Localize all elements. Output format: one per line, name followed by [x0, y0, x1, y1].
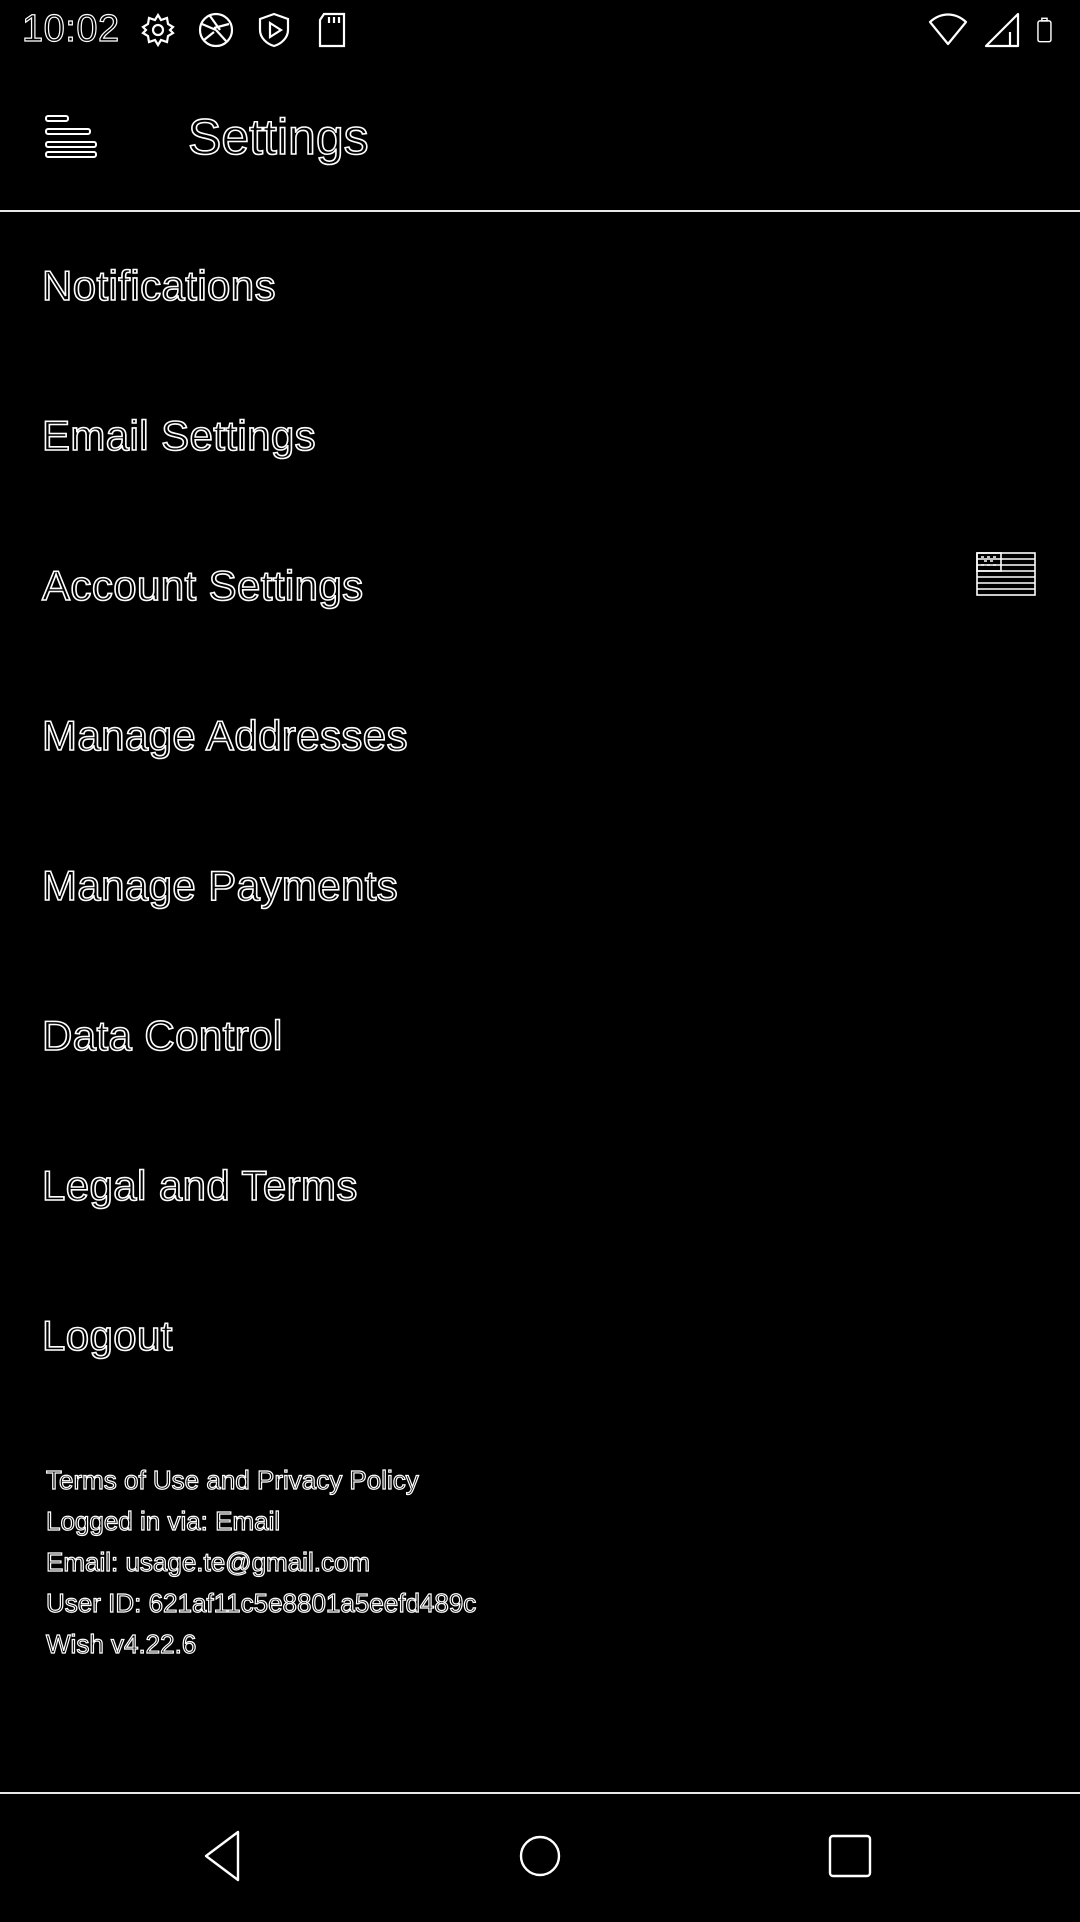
- menu-icon[interactable]: [44, 112, 100, 160]
- settings-gear-icon: [141, 12, 175, 48]
- status-bar: 10:02: [0, 0, 1080, 62]
- status-icons-left: [138, 10, 352, 50]
- settings-item-email-settings[interactable]: Email Settings: [0, 362, 1080, 512]
- settings-item-label: Account Settings: [41, 561, 364, 610]
- settings-list: Notifications Email Settings Account Set…: [0, 212, 1080, 1412]
- settings-item-manage-payments[interactable]: Manage Payments: [0, 812, 1080, 962]
- settings-item-label: Notifications: [41, 261, 276, 310]
- sd-card-icon: [318, 12, 346, 48]
- settings-item-account-settings[interactable]: Account Settings: [0, 512, 1080, 662]
- settings-item-label: Logout: [41, 1311, 173, 1360]
- us-flag-icon[interactable]: [976, 552, 1036, 596]
- settings-item-label: Manage Payments: [41, 861, 399, 910]
- settings-item-label: Email Settings: [41, 411, 317, 460]
- settings-item-data-control[interactable]: Data Control: [0, 962, 1080, 1112]
- user-email: Email: usage.te@gmail.com: [45, 1546, 371, 1577]
- page-title: Settings: [187, 108, 369, 166]
- recents-icon[interactable]: [818, 1824, 882, 1888]
- status-time: 10:02: [21, 7, 120, 50]
- settings-item-label: Legal and Terms: [41, 1161, 358, 1210]
- system-nav-bar: [0, 1792, 1080, 1922]
- home-icon[interactable]: [508, 1824, 572, 1888]
- app-version: Wish v4.22.6: [45, 1628, 197, 1659]
- back-icon[interactable]: [194, 1824, 258, 1888]
- terms-link[interactable]: Terms of Use and Privacy Policy: [45, 1460, 476, 1501]
- cell-signal-icon: [984, 12, 1020, 48]
- settings-item-notifications[interactable]: Notifications: [0, 212, 1080, 362]
- camera-shutter-icon: [198, 12, 234, 48]
- account-info: Terms of Use and Privacy Policy Logged i…: [45, 1460, 477, 1665]
- wifi-icon: [928, 13, 968, 46]
- settings-item-logout[interactable]: Logout: [0, 1262, 1080, 1412]
- settings-item-label: Manage Addresses: [41, 711, 408, 760]
- settings-item-legal-and-terms[interactable]: Legal and Terms: [0, 1112, 1080, 1262]
- settings-item-manage-addresses[interactable]: Manage Addresses: [0, 662, 1080, 812]
- app-bar: Settings: [0, 62, 1080, 212]
- user-id: User ID: 621af11c5e8801a5eefd489c: [45, 1587, 477, 1618]
- login-method: Logged in via: Email: [45, 1505, 281, 1536]
- settings-item-label: Data Control: [41, 1011, 283, 1060]
- status-icons-right: [928, 10, 1062, 50]
- shield-play-icon: [258, 12, 290, 48]
- battery-icon: [1037, 17, 1052, 43]
